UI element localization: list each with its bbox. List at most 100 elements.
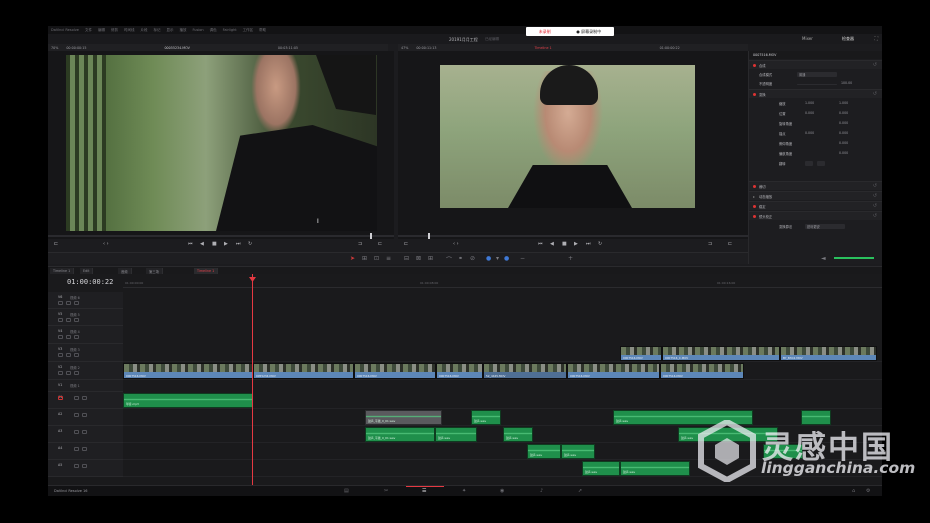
reset-icon[interactable]: ↺ xyxy=(873,183,877,189)
section-enabled-dot[interactable] xyxy=(753,64,756,67)
reset-icon[interactable]: ↺ xyxy=(873,213,877,219)
auto-select-icon[interactable] xyxy=(74,335,79,339)
track-header-a1[interactable]: A1 xyxy=(48,392,123,409)
lock-icon[interactable] xyxy=(58,318,63,322)
source-zoom[interactable]: 70% xyxy=(51,46,58,50)
track-header-a3[interactable]: A3 xyxy=(48,426,123,443)
playhead[interactable] xyxy=(252,274,253,485)
solo-icon[interactable] xyxy=(74,447,79,451)
flip-vertical-button[interactable] xyxy=(817,161,825,166)
play-button[interactable]: ▶ xyxy=(574,241,578,247)
next-frame-button[interactable]: ⏭ xyxy=(586,241,591,247)
menu-item[interactable]: 文件 xyxy=(85,28,92,33)
mute-icon[interactable] xyxy=(82,464,87,468)
inspector-value[interactable]: 0.000 xyxy=(839,121,848,125)
inspector-value[interactable]: 0.000 xyxy=(805,131,814,135)
video-clip[interactable]: 0007516.MOV xyxy=(354,363,436,379)
reset-icon[interactable]: ↺ xyxy=(873,91,877,97)
audio-clip[interactable] xyxy=(763,444,803,459)
inspector-section-lens-correction[interactable]: 镜头校正 ↺ xyxy=(749,211,882,220)
inspector-value[interactable]: 0.000 xyxy=(839,151,848,155)
audio-clip[interactable]: 鼓声_平庸_0_01.wav xyxy=(365,427,435,442)
speaker-icon[interactable]: ◄ xyxy=(821,255,826,262)
snapping-icon[interactable]: ⌒ xyxy=(446,255,452,264)
trim-tool-icon[interactable]: ⊞ xyxy=(362,255,367,262)
linked-selection-icon[interactable]: ⚭ xyxy=(458,255,463,262)
mixer-button[interactable]: Mixer xyxy=(802,36,813,41)
track-lane-a3[interactable]: 鼓声_平庸_0_01.wav 鼓声.wav 鼓声.wav 鼓声.wav xyxy=(123,426,882,443)
menu-item[interactable]: 时间线 xyxy=(124,28,135,33)
fullscreen-icon[interactable]: ⛶ xyxy=(874,36,878,42)
audio-clip[interactable]: 鼓声.wav xyxy=(620,461,690,476)
video-clip[interactable]: 0007516.MOV xyxy=(436,363,483,379)
auto-select-icon[interactable] xyxy=(74,353,79,357)
video-clip[interactable]: 0055234.MOV xyxy=(253,363,354,379)
timeline-view-options-icon[interactable]: ⊏ xyxy=(404,241,408,247)
audio-clip[interactable]: 鼓声_平庸_0_01.wav xyxy=(365,410,442,425)
track-name[interactable]: 视频 6 xyxy=(70,295,80,300)
edit-page-icon[interactable]: ☰ xyxy=(422,488,426,494)
mark-in-icon[interactable]: ⊐ xyxy=(358,241,362,247)
home-icon[interactable]: ⌂ xyxy=(852,488,855,494)
mute-icon[interactable] xyxy=(82,447,87,451)
zoom-in-icon[interactable]: + xyxy=(568,255,573,262)
track-name[interactable]: 视频 1 xyxy=(70,383,80,388)
flip-horizontal-button[interactable] xyxy=(805,161,813,166)
stop-button[interactable]: ■ xyxy=(562,241,567,247)
reverse-play-button[interactable]: ◀ xyxy=(550,241,554,247)
menu-item[interactable]: 显示 xyxy=(166,28,173,33)
prev-frame-button[interactable]: ⏮ xyxy=(538,241,543,247)
reset-icon[interactable]: ↺ xyxy=(873,203,877,209)
project-settings-icon[interactable]: ⚙ xyxy=(866,488,870,494)
auto-select-icon[interactable] xyxy=(74,301,79,305)
timeline-name[interactable]: Timeline 1 xyxy=(534,46,551,50)
track-enable-icon[interactable] xyxy=(66,353,71,357)
lock-icon[interactable] xyxy=(58,353,63,357)
mark-out-icon[interactable]: ⊏ xyxy=(728,241,732,247)
zoom-out-icon[interactable]: − xyxy=(520,255,525,262)
video-clip[interactable]: 52_4445.MOV xyxy=(483,363,567,379)
audio-clip[interactable]: 琴音.mp3 xyxy=(123,393,253,408)
lock-icon[interactable] xyxy=(58,301,63,305)
fairlight-page-icon[interactable]: ♪ xyxy=(540,488,543,494)
auto-select-icon[interactable] xyxy=(74,318,79,322)
menu-item[interactable]: 工作区 xyxy=(243,28,254,33)
track-lane-a5[interactable]: 鼓声.wav 鼓声.wav xyxy=(123,460,882,477)
track-enable-icon[interactable] xyxy=(66,371,71,375)
media-page-icon[interactable]: ▤ xyxy=(344,488,349,494)
track-lane-v3[interactable]: 0007516.MOV 0007516_C.MOV BY_B3C2.MOV xyxy=(123,344,882,362)
section-enabled-dot[interactable] xyxy=(753,185,756,188)
reverse-play-button[interactable]: ◀ xyxy=(200,241,204,247)
timeline-viewer[interactable] xyxy=(398,51,748,239)
menu-item[interactable]: 播放 xyxy=(179,28,186,33)
audio-clip[interactable]: 鼓声.wav xyxy=(678,427,778,442)
marker-color-icon[interactable]: ● xyxy=(504,255,509,262)
timeline-area[interactable]: 01:00:00:22 01:00:00:00 01:00:08:00 01:0… xyxy=(48,274,882,485)
track-enable-icon[interactable] xyxy=(66,318,71,322)
audio-clip[interactable]: 鼓声.wav xyxy=(527,444,561,459)
track-header-v4[interactable]: V4 视频 4 xyxy=(48,326,123,344)
prev-frame-button[interactable]: ⏮ xyxy=(188,241,193,247)
track-header-a2[interactable]: A2 xyxy=(48,409,123,426)
track-header-a5[interactable]: A5 xyxy=(48,460,123,477)
track-name[interactable]: 视频 2 xyxy=(70,365,80,370)
track-header-a4[interactable]: A4 xyxy=(48,443,123,460)
cut-page-icon[interactable]: ✂ xyxy=(384,488,388,494)
source-view-options-icon[interactable]: ⊏ xyxy=(54,241,58,247)
source-clip-name[interactable]: 00055234.MOV xyxy=(164,46,189,50)
inspector-value-2[interactable]: 1.000 xyxy=(839,101,848,105)
track-name[interactable]: 视频 3 xyxy=(70,347,80,352)
track-name[interactable]: 视频 5 xyxy=(70,312,80,317)
video-clip[interactable]: 0007516.MOV xyxy=(660,363,744,379)
track-lane-a2[interactable]: 鼓声_平庸_0_01.wav 鼓声.wav 鼓声.wav xyxy=(123,409,882,426)
reset-icon[interactable]: ↺ xyxy=(873,62,877,68)
video-clip[interactable]: 0007516.MOV xyxy=(123,363,253,379)
mute-icon[interactable] xyxy=(82,430,87,434)
menu-item[interactable]: 修剪 xyxy=(111,28,118,33)
audio-clip[interactable]: 鼓声.wav xyxy=(613,410,753,425)
stop-button[interactable]: ■ xyxy=(212,241,217,247)
marker-icon[interactable]: ▾ xyxy=(496,255,499,262)
source-scrub-bar[interactable] xyxy=(48,233,394,239)
menu-item[interactable]: DaVinci Resolve xyxy=(51,28,79,32)
inspector-section-transform[interactable]: 变换 ↺ xyxy=(749,89,882,98)
